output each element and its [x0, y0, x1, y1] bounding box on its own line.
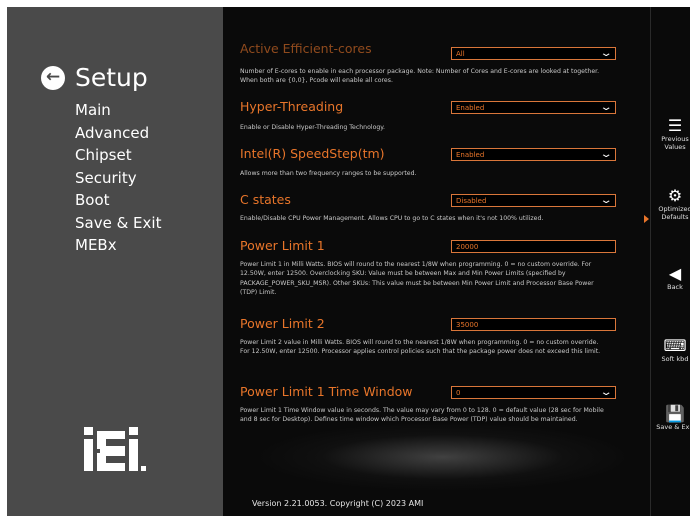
pl1-time-window-value: 0	[456, 389, 461, 397]
power-limit-1-value: 20000	[456, 243, 479, 251]
active-efficient-cores-help: Number of E-cores to enable in each proc…	[240, 68, 600, 85]
setting-active-efficient-cores-label: Active Efficient-cores	[240, 41, 372, 56]
back-button[interactable]: ◀ Back	[652, 264, 690, 292]
soft-kbd-label: Soft kbd	[661, 355, 689, 363]
right-toolbar	[650, 7, 690, 516]
gear-icon: ⚙	[667, 186, 683, 205]
iei-logo	[84, 427, 146, 471]
pl1-time-window-label: Power Limit 1 Time Window	[240, 384, 413, 399]
sliders-icon: ☰	[667, 116, 683, 135]
bottom-glow	[253, 422, 633, 492]
menu-item-save-exit[interactable]: Save & Exit	[75, 212, 161, 235]
c-states-value: Disabled	[456, 197, 487, 205]
floppy-disk-icon: 💾	[665, 404, 685, 423]
previous-values-button[interactable]: ☰ Previous Values	[652, 116, 690, 152]
speedstep-help: Allows more than two frequency ranges to…	[240, 170, 417, 177]
chevron-down-icon: ⌄	[599, 195, 613, 206]
active-efficient-cores-value: All	[456, 50, 465, 58]
version-footer: Version 2.21.0053. Copyright (C) 2023 AM…	[252, 499, 424, 508]
c-states-dropdown[interactable]: Disabled ⌄	[451, 194, 616, 207]
speedstep-label: Intel(R) SpeedStep(tm)	[240, 146, 385, 161]
back-label: Back	[667, 283, 683, 291]
left-nav-panel: ← Setup Main Advanced Chipset Security B…	[7, 7, 223, 516]
chevron-down-icon: ⌄	[599, 387, 613, 398]
power-limit-2-label: Power Limit 2	[240, 316, 325, 331]
main-menu: Main Advanced Chipset Security Boot Save…	[75, 99, 161, 257]
c-states-label: C states	[240, 192, 291, 207]
speedstep-value: Enabled	[456, 151, 485, 159]
keyboard-icon: ⌨	[663, 336, 687, 355]
c-states-help: Enable/Disable CPU Power Management. All…	[240, 215, 544, 222]
power-limit-1-label: Power Limit 1	[240, 238, 325, 253]
save-exit-button[interactable]: 💾 Save & Exit	[652, 404, 690, 432]
setup-title: Setup	[75, 63, 148, 92]
menu-item-chipset[interactable]: Chipset	[75, 144, 161, 167]
menu-item-boot[interactable]: Boot	[75, 189, 161, 212]
menu-item-mebx[interactable]: MEBx	[75, 234, 161, 257]
settings-content: Active Efficient-cores All ⌄ Number of E…	[223, 7, 650, 516]
bios-window: ← Setup Main Advanced Chipset Security B…	[7, 7, 690, 516]
hyper-threading-help: Enable or Disable Hyper-Threading Techno…	[240, 124, 386, 131]
pl1-time-window-dropdown[interactable]: 0 ⌄	[451, 386, 616, 399]
chevron-down-icon: ⌄	[599, 149, 613, 160]
power-limit-2-value: 35000	[456, 321, 479, 329]
setup-header: ← Setup	[41, 63, 148, 92]
power-limit-2-help: Power Limit 2 value in Milli Watts. BIOS…	[240, 339, 601, 356]
back-triangle-icon: ◀	[668, 264, 682, 283]
power-limit-1-help: Power Limit 1 in Milli Watts. BIOS will …	[240, 261, 594, 296]
sidebar-pointer-icon	[644, 215, 649, 223]
speedstep-dropdown[interactable]: Enabled ⌄	[451, 148, 616, 161]
save-exit-label: Save & Exit	[656, 423, 690, 431]
back-arrow-icon[interactable]: ←	[41, 65, 65, 90]
menu-item-security[interactable]: Security	[75, 167, 161, 190]
hyper-threading-dropdown[interactable]: Enabled ⌄	[451, 101, 616, 114]
previous-values-label: Previous Values	[661, 135, 689, 151]
chevron-down-icon: ⌄	[599, 102, 613, 113]
optimized-defaults-label: Optimized Defaults	[658, 205, 690, 221]
menu-item-main[interactable]: Main	[75, 99, 161, 122]
chevron-down-icon: ⌄	[599, 48, 613, 59]
soft-keyboard-button[interactable]: ⌨ Soft kbd	[652, 336, 690, 364]
hyper-threading-value: Enabled	[456, 104, 485, 112]
active-efficient-cores-dropdown[interactable]: All ⌄	[451, 47, 616, 60]
hyper-threading-label: Hyper-Threading	[240, 99, 344, 114]
menu-item-advanced[interactable]: Advanced	[75, 122, 161, 145]
optimized-defaults-button[interactable]: ⚙ Optimized Defaults	[652, 186, 690, 222]
power-limit-1-input[interactable]: 20000	[451, 240, 616, 253]
power-limit-2-input[interactable]: 35000	[451, 318, 616, 331]
